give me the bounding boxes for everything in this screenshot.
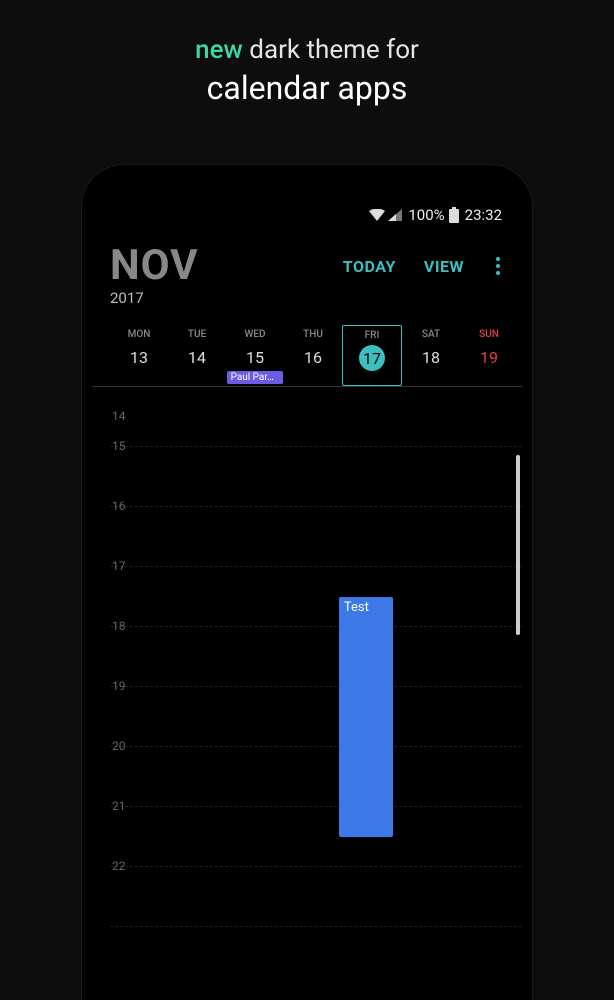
hour-row: 22 [110, 867, 522, 927]
day-col-tue[interactable]: TUE 14 [168, 325, 226, 386]
signal-icon [388, 209, 402, 221]
hour-label: 14 [112, 409, 126, 423]
day-name: WED [226, 329, 284, 340]
time-grid[interactable]: 141516171819202122Test [92, 387, 522, 927]
day-name: FRI [343, 330, 401, 341]
day-number: 14 [184, 344, 210, 370]
hour-row: 21 [110, 807, 522, 867]
month-block[interactable]: NOV 2017 [110, 245, 199, 307]
status-time: 23:32 [465, 206, 502, 224]
day-number: 17 [359, 345, 385, 371]
day-number: 18 [418, 344, 444, 370]
hour-row: 20 [110, 747, 522, 807]
hour-label: 18 [112, 619, 126, 633]
day-name: MON [110, 329, 168, 340]
month-label: NOV [110, 245, 199, 287]
app-header: NOV 2017 TODAY VIEW [92, 235, 522, 325]
promo-line2: calendar apps [0, 69, 614, 107]
hour-label: 21 [112, 799, 126, 813]
scroll-indicator[interactable] [516, 455, 520, 635]
hour-row: 18 [110, 627, 522, 687]
day-name: TUE [168, 329, 226, 340]
phone-screen: 100% 23:32 NOV 2017 TODAY VIEW MON13TUE1… [92, 175, 522, 1000]
promo-highlight: new [195, 35, 243, 65]
year-label: 2017 [110, 289, 199, 307]
battery-percent: 100% [408, 206, 444, 224]
event-block[interactable]: Test [339, 597, 393, 837]
day-col-thu[interactable]: THU 16 [284, 325, 342, 386]
header-actions: TODAY VIEW [199, 245, 504, 279]
promo-line1: new dark theme for [0, 35, 614, 65]
day-col-mon[interactable]: MON 13 [110, 325, 168, 386]
day-number: 13 [126, 344, 152, 370]
hour-label: 19 [112, 679, 126, 693]
day-number: 16 [300, 344, 326, 370]
hour-label: 15 [112, 439, 126, 453]
more-icon[interactable] [492, 253, 504, 279]
day-number: 19 [476, 344, 502, 370]
status-icons [369, 209, 402, 221]
promo-header: new dark theme for calendar apps [0, 0, 614, 107]
week-header: MON 13 TUE 14 WED 15 THU 16 FRI 17 SAT 18 SUN 19 Paul … [92, 325, 522, 387]
day-col-fri[interactable]: FRI 17 [342, 325, 402, 386]
phone-frame: 100% 23:32 NOV 2017 TODAY VIEW MON13TUE1… [82, 165, 532, 1000]
day-col-sat[interactable]: SAT 18 [402, 325, 460, 386]
status-bar: 100% 23:32 [92, 175, 522, 235]
hour-label: 16 [112, 499, 126, 513]
hour-row: 14 [110, 387, 522, 447]
hour-label: 20 [112, 739, 126, 753]
promo-line1-rest: dark theme for [243, 35, 419, 65]
view-button[interactable]: VIEW [424, 257, 464, 276]
hour-row: 15 [110, 447, 522, 507]
day-name: THU [284, 329, 342, 340]
hour-label: 22 [112, 859, 126, 873]
day-number: 15 [242, 344, 268, 370]
day-name: SUN [460, 329, 518, 340]
allday-event[interactable]: Paul Par… [227, 371, 283, 384]
day-name: SAT [402, 329, 460, 340]
day-col-sun[interactable]: SUN 19 [460, 325, 518, 386]
hour-row: 17 [110, 567, 522, 627]
hour-label: 17 [112, 559, 126, 573]
battery-icon [449, 207, 459, 223]
today-button[interactable]: TODAY [343, 257, 396, 276]
hour-row: 16 [110, 507, 522, 567]
wifi-icon [369, 209, 385, 221]
hour-row: 19 [110, 687, 522, 747]
